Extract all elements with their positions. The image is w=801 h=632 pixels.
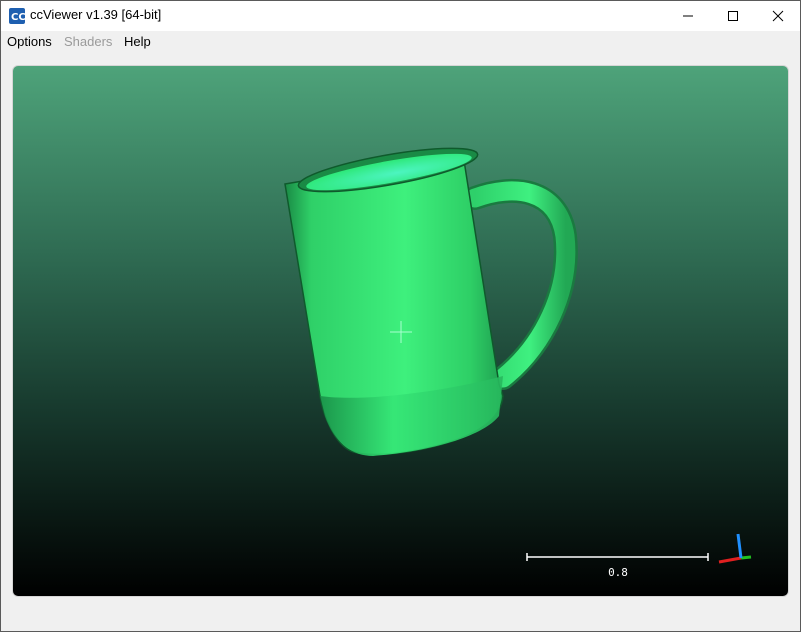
scene-canvas[interactable] xyxy=(13,66,788,596)
title-bar[interactable]: CC ccViewer v1.39 [64-bit] xyxy=(1,1,800,31)
minimize-button[interactable] xyxy=(665,1,711,31)
menu-options[interactable]: Options xyxy=(7,34,52,49)
svg-text:CC: CC xyxy=(11,12,25,23)
maximize-icon xyxy=(728,11,738,21)
menu-help[interactable]: Help xyxy=(124,34,151,49)
scale-bar xyxy=(526,553,709,561)
minimize-icon xyxy=(683,15,693,17)
mug-model xyxy=(284,147,504,456)
axis-trihedron xyxy=(718,533,752,564)
close-icon xyxy=(772,10,784,22)
menu-shaders[interactable]: Shaders xyxy=(64,34,112,49)
close-button[interactable] xyxy=(755,1,801,31)
scale-value: 0.8 xyxy=(608,566,628,579)
app-icon: CC xyxy=(9,8,25,24)
window-title: ccViewer v1.39 [64-bit] xyxy=(30,7,162,22)
app-window: CC ccViewer v1.39 [64-bit] Options Shade… xyxy=(0,0,801,632)
menu-bar: Options Shaders Help xyxy=(1,31,800,53)
maximize-button[interactable] xyxy=(710,1,756,31)
3d-viewport[interactable]: 0.8 xyxy=(12,65,789,597)
